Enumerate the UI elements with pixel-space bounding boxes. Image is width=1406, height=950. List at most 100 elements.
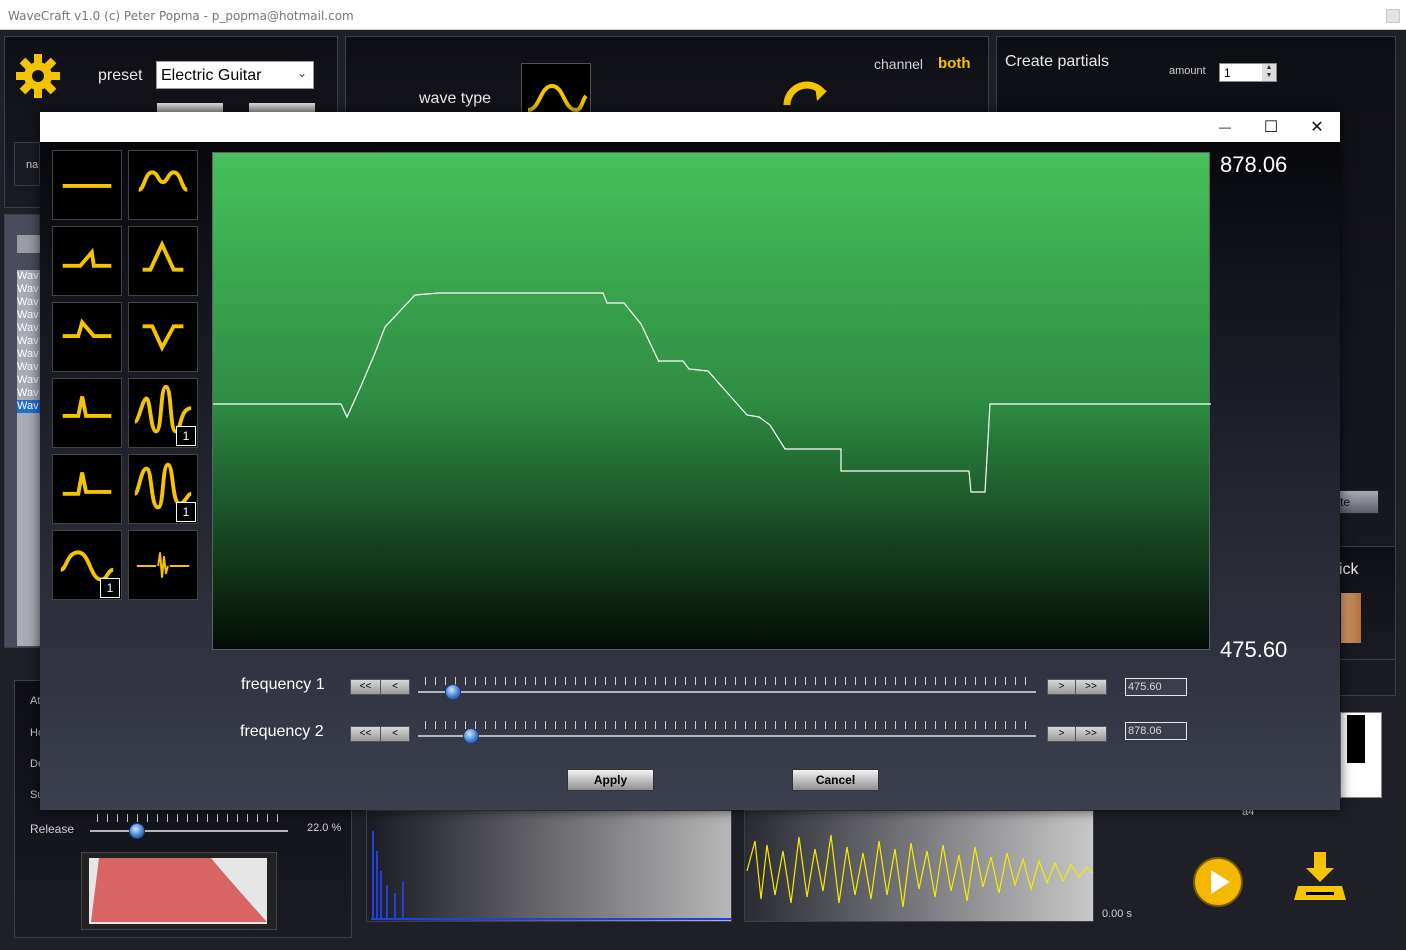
frequency-2-first-button[interactable]: << (351, 727, 381, 741)
frequency-2-label: frequency 2 (240, 723, 324, 740)
amount-label: amount (1169, 65, 1206, 77)
frequency-1-value-field[interactable]: 475.60 (1125, 678, 1187, 696)
tool-badge[interactable]: 1 (176, 502, 196, 522)
pulse-icon (62, 396, 112, 418)
dialog-body: 1 1 1 878.06 475.60 frequency 1 << < > >> (40, 142, 1340, 810)
main-window-control[interactable] (1386, 9, 1400, 23)
frequency-1-back-buttons: << < (350, 679, 410, 695)
frequency-curve[interactable] (213, 153, 1211, 651)
wave-list-button[interactable] (17, 235, 41, 253)
step-up-tool[interactable] (52, 226, 122, 296)
step-down-tool[interactable] (52, 302, 122, 372)
list-item[interactable]: Wav (17, 296, 41, 309)
decay-pulse-icon (62, 472, 112, 496)
release-slider-thumb[interactable] (129, 823, 145, 839)
step-up-icon (62, 247, 112, 268)
dialog-title-bar: — ☐ ✕ (40, 112, 1340, 142)
close-button[interactable]: ✕ (1294, 112, 1340, 142)
frequency-2-slider-thumb[interactable] (463, 728, 480, 744)
sine-period-tool[interactable]: 1 (52, 530, 122, 600)
download-icon[interactable] (1292, 850, 1348, 906)
list-item[interactable]: Wav (17, 387, 41, 400)
plot-min-label: 475.60 (1220, 637, 1288, 662)
gear-icon[interactable] (15, 53, 61, 99)
list-item[interactable]: Wav (17, 270, 41, 283)
list-item-selected[interactable]: Wav (17, 400, 41, 413)
time-readout: 0.00 s (1102, 908, 1132, 920)
frequency-2-next-button[interactable]: > (1048, 727, 1076, 741)
dip-tool[interactable] (128, 302, 198, 372)
frequency-2-prev-button[interactable]: < (381, 727, 409, 741)
play-icon[interactable] (1192, 856, 1244, 908)
piano-keys[interactable] (1340, 712, 1382, 798)
main-window-title: WaveCraft v1.0 (c) Peter Popma - p_popma… (8, 9, 354, 23)
stepper-arrows-icon[interactable]: ▲ ▼ (1262, 64, 1276, 81)
frequency-curve-plot[interactable] (212, 152, 1211, 651)
list-item[interactable]: Wav (17, 335, 41, 348)
frequency-2-last-button[interactable]: >> (1076, 727, 1106, 741)
list-item[interactable]: Wav (17, 309, 41, 322)
cancel-button[interactable]: Cancel (792, 769, 879, 791)
tool-badge[interactable]: 1 (176, 426, 196, 446)
flat-line-icon (62, 184, 112, 188)
bump-wave-tool[interactable] (128, 150, 198, 220)
frequency-2-value-field[interactable]: 878.06 (1125, 722, 1187, 740)
pulse-tool[interactable] (52, 378, 122, 448)
flat-line-tool[interactable] (52, 150, 122, 220)
tool-badge[interactable]: 1 (100, 578, 120, 598)
name-panel: na (14, 142, 40, 186)
envelope-graph (81, 852, 277, 930)
waveform-preview (746, 834, 1094, 908)
frequency-1-next-button[interactable]: > (1048, 680, 1076, 694)
list-item[interactable]: Wav (17, 348, 41, 361)
partials-action-button[interactable]: te (1335, 490, 1379, 514)
maximize-button[interactable]: ☐ (1248, 112, 1294, 142)
noise-spike-icon (136, 552, 190, 578)
frequency-1-last-button[interactable]: >> (1076, 680, 1106, 694)
piano-black-key[interactable] (1345, 713, 1367, 765)
list-item[interactable]: Wav (17, 361, 41, 374)
peak-tool[interactable] (128, 226, 198, 296)
peak-icon (142, 239, 184, 272)
dip-icon (142, 324, 184, 353)
frequency-2-track[interactable] (418, 735, 1036, 737)
frequency-1-track[interactable] (418, 691, 1036, 693)
plot-max-label: 878.06 (1220, 152, 1288, 177)
spectrum-bars (371, 831, 731, 920)
bump-wave-icon (138, 170, 188, 192)
frequency-1-slider-thumb[interactable] (444, 684, 461, 700)
amount-stepper[interactable]: 1 ▲ ▼ (1219, 63, 1277, 82)
spectrum-panel (366, 810, 732, 922)
noise-spike-tool[interactable] (128, 530, 198, 600)
frequency-1-first-button[interactable]: << (351, 680, 381, 694)
preset-select-value: Electric Guitar (161, 67, 262, 84)
chevron-down-icon: ⌄ (296, 66, 307, 80)
frequency-dialog: — ☐ ✕ 1 1 1 878.06 475.60 frequency 1 << < (40, 112, 1340, 810)
frequency-1-forward-buttons: > >> (1047, 679, 1107, 695)
pick-label: ick (1339, 561, 1359, 578)
pick-image (1341, 593, 1361, 643)
release-slider-ticks (97, 814, 287, 822)
wave-list[interactable]: Wav Wav Wav Wav Wav Wav Wav Wav Wav Wav … (17, 270, 41, 646)
release-slider-track[interactable] (90, 830, 288, 832)
wave-type-label: wave type (419, 90, 492, 107)
apply-button[interactable]: Apply (567, 769, 654, 791)
list-item[interactable]: Wav (17, 283, 41, 296)
frequency-1-prev-button[interactable]: < (381, 680, 409, 694)
frequency-1-ticks (425, 677, 1031, 685)
frequency-2-ticks (425, 721, 1031, 729)
wavecraft-app: WaveCraft v1.0 (c) Peter Popma - p_popma… (0, 0, 1406, 950)
channel-value[interactable]: both (938, 55, 970, 72)
damped-oscillation-tool[interactable]: 1 (128, 454, 198, 524)
list-item[interactable]: Wav (17, 374, 41, 387)
wave-list-panel: Wav Wav Wav Wav Wav Wav Wav Wav Wav Wav … (4, 214, 41, 648)
list-item[interactable]: Wav (17, 322, 41, 335)
create-partials-label: Create partials (1005, 53, 1110, 70)
waveform-panel (744, 810, 1094, 922)
refresh-icon[interactable] (779, 77, 831, 113)
decay-pulse-tool[interactable] (52, 454, 122, 524)
minimize-button[interactable]: — (1202, 112, 1248, 142)
oscillation-tool[interactable]: 1 (128, 378, 198, 448)
preset-select[interactable]: Electric Guitar ⌄ (156, 61, 314, 89)
partials-action-label: te (1340, 495, 1351, 509)
